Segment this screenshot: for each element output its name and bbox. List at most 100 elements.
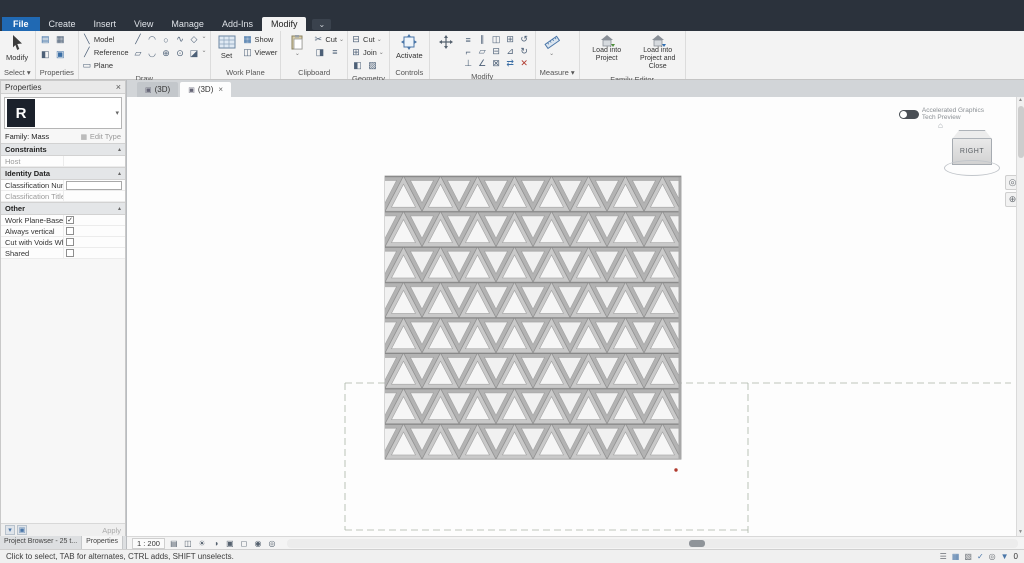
scroll-down-icon[interactable]: ▼ [1018, 529, 1023, 536]
viewcube-top-face[interactable] [952, 130, 992, 139]
panel-label-properties[interactable]: Properties [36, 67, 78, 79]
ribbon-collapse-chevron-icon[interactable]: ⌄ [312, 19, 332, 30]
type-properties-icon[interactable]: ▣ [54, 48, 67, 61]
tab-modify[interactable]: Modify [261, 17, 307, 31]
panel-label-clipboard[interactable]: Clipboard [281, 67, 347, 79]
copy-to-clipboard-icon[interactable]: ◨ [313, 46, 326, 59]
panel-label-measure[interactable]: Measure ▾ [536, 67, 579, 79]
tab-project-browser[interactable]: Project Browser - 25 t... [0, 536, 83, 549]
tab-view[interactable]: View [125, 17, 162, 31]
checkbox-always-vertical[interactable] [66, 227, 74, 235]
modify-tool-button[interactable]: Modify [3, 33, 31, 63]
draw-ellipse-icon[interactable]: ⊕ [160, 47, 173, 60]
properties-close-icon[interactable]: × [116, 82, 121, 92]
paint-icon[interactable]: ◧ [351, 59, 364, 72]
drag-select-icon[interactable]: ◎ [989, 552, 996, 561]
detail-level-icon[interactable]: ▤ [168, 538, 180, 549]
design-options-icon[interactable]: ▧ [964, 552, 972, 561]
group-other[interactable]: Other ▴ [1, 202, 125, 215]
panel-label-work-plane[interactable]: Work Plane [211, 67, 281, 79]
match-type-icon[interactable]: ≡ [328, 46, 341, 59]
set-work-plane-button[interactable]: Set [214, 33, 240, 61]
draw-mode-model[interactable]: ╲ Model [82, 33, 129, 45]
shadows-icon[interactable]: ◑ [210, 538, 222, 549]
load-into-project-button[interactable]: Load into Project [583, 33, 631, 64]
measure-angle-icon[interactable]: ⇄ [504, 57, 517, 70]
reference-point[interactable] [674, 468, 678, 472]
draw-arc-icon[interactable]: ◠ [146, 33, 159, 46]
checkbox-cut-with-voids[interactable] [66, 238, 74, 246]
viewcube-compass-ring[interactable] [944, 160, 1000, 176]
horizontal-scrollbar[interactable] [286, 538, 1018, 548]
show-work-plane-button[interactable]: ▦ Show [243, 33, 278, 45]
worksets-icon[interactable]: ▦ [952, 552, 960, 561]
associate-parameter-icon[interactable]: ▣ [17, 525, 27, 535]
type-selector[interactable]: R ▾ [4, 97, 122, 129]
view-tab-3d-inactive[interactable]: ▣ (3D) [137, 82, 179, 97]
temporary-hide-icon[interactable]: ◉ [252, 538, 264, 549]
delete-icon[interactable]: ✕ [518, 57, 531, 70]
view-tab-close-icon[interactable]: × [218, 85, 223, 94]
lattice-panel-geometry[interactable] [384, 175, 682, 460]
tab-properties[interactable]: Properties [82, 536, 124, 549]
filter-icon[interactable]: ▼ [1001, 552, 1009, 561]
draw-pick-face-icon[interactable]: ◪ [188, 47, 201, 60]
tab-insert[interactable]: Insert [85, 17, 126, 31]
draw-line-icon[interactable]: ╱ [132, 33, 145, 46]
viewcube-home-icon[interactable]: ⌂ [938, 121, 1002, 130]
checkbox-work-plane-based[interactable]: ✓ [66, 216, 74, 224]
join-geometry-button[interactable]: ⊞ Join ⌄ [351, 46, 384, 58]
draw-rectangle-icon[interactable]: ▱ [132, 47, 145, 60]
measure-button[interactable]: ⌄ [539, 33, 565, 58]
cut-geometry-button[interactable]: ⊟ Cut ⌄ [351, 33, 384, 45]
paste-button[interactable]: ⌄ [284, 33, 310, 58]
edit-type-button[interactable]: ▦ Edit Type [80, 132, 121, 141]
draw-pick-line-icon[interactable]: ⊙ [174, 47, 187, 60]
visual-style-icon[interactable]: ◫ [182, 538, 194, 549]
properties-help-icon[interactable]: ▾ [5, 525, 15, 535]
draw-mode-plane[interactable]: ▭ Plane [82, 59, 129, 71]
scroll-up-icon[interactable]: ▲ [1018, 97, 1023, 104]
tab-create[interactable]: Create [40, 17, 85, 31]
draw-row2-dropdown-icon[interactable]: ⌄ [202, 47, 207, 60]
sun-path-icon[interactable]: ☀ [196, 538, 208, 549]
drawing-area[interactable]: Accelerated Graphics Tech Preview ⌂ RIGH… [127, 97, 1024, 536]
panel-label-controls[interactable]: Controls [390, 67, 429, 79]
model-view[interactable] [127, 97, 1016, 536]
tab-manage[interactable]: Manage [162, 17, 213, 31]
type-selector-dropdown-icon[interactable]: ▾ [115, 109, 119, 117]
crop-view-icon[interactable]: ▣ [224, 538, 236, 549]
move-button[interactable] [433, 33, 459, 51]
vertical-scrollbar[interactable]: ▲ ▼ [1016, 97, 1024, 536]
crop-visibility-icon[interactable]: ◻ [238, 538, 250, 549]
draw-polygon-icon[interactable]: ◇ [188, 33, 201, 46]
accelerated-graphics-toggle[interactable] [898, 109, 919, 119]
draw-spline-icon[interactable]: ∿ [174, 33, 187, 46]
panel-label-select[interactable]: Select ▾ [0, 67, 35, 79]
draw-circle-icon[interactable]: ○ [160, 33, 173, 46]
editable-only-icon[interactable]: ✓ [977, 552, 984, 561]
group-constraints[interactable]: Constraints ▴ [1, 143, 125, 156]
draw-ellipse-arc-icon[interactable]: ◡ [146, 47, 159, 60]
viewer-button[interactable]: ◫ Viewer [243, 46, 277, 58]
draw-mode-reference[interactable]: ╱ Reference [82, 46, 128, 58]
join-cut-icon[interactable]: ⊠ [490, 57, 503, 70]
scale-selector[interactable]: 1 : 200 [132, 537, 165, 549]
family-types-icon[interactable]: ▦ [54, 33, 67, 46]
reveal-hidden-icon[interactable]: ◎ [266, 538, 278, 549]
worksharing-icon[interactable]: ☰ [940, 552, 947, 561]
group-identity-data[interactable]: Identity Data ▴ [1, 167, 125, 180]
apply-button[interactable]: Apply [102, 526, 121, 535]
checkbox-shared[interactable] [66, 249, 74, 257]
vertical-scroll-thumb[interactable] [1017, 106, 1024, 158]
classification-number-input[interactable] [66, 180, 122, 190]
pin-icon[interactable]: ⊥ [462, 57, 475, 70]
tab-add-ins[interactable]: Add-Ins [213, 17, 262, 31]
tab-file[interactable]: File [2, 17, 40, 31]
draw-row1-dropdown-icon[interactable]: ⌄ [202, 33, 207, 46]
properties-palette-icon[interactable]: ▤ [39, 33, 52, 46]
load-into-project-and-close-button[interactable]: Load into Project and Close [634, 33, 682, 72]
demolish-icon[interactable]: ▨ [366, 59, 379, 72]
horizontal-scroll-thumb[interactable] [689, 539, 706, 547]
viewcube[interactable]: ⌂ RIGHT [938, 121, 1002, 176]
